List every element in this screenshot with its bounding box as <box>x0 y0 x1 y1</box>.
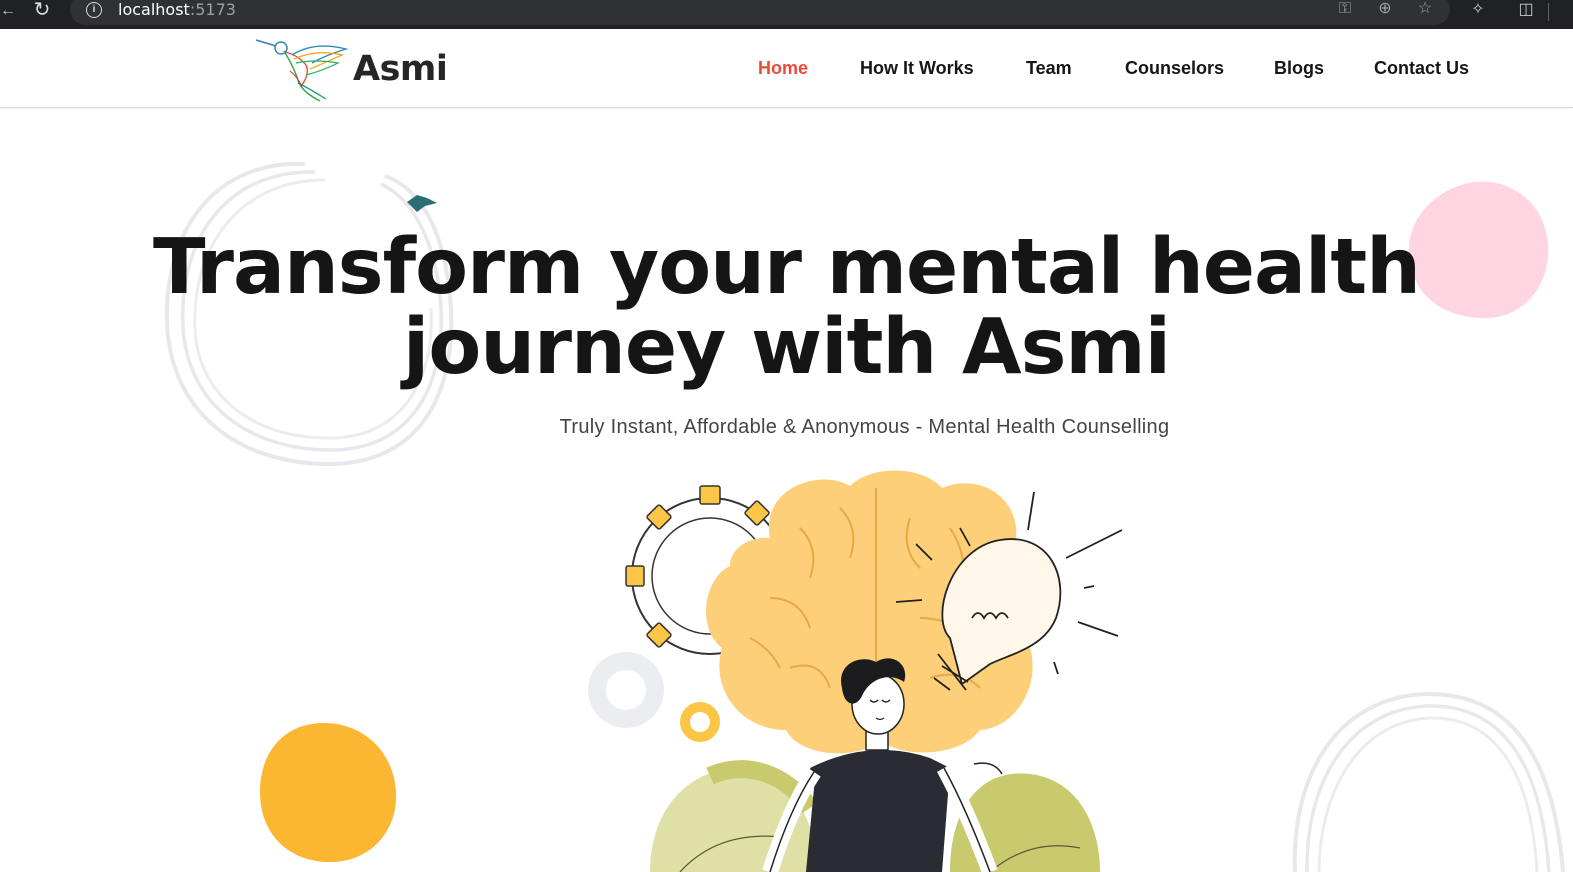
reload-icon[interactable]: ↻ <box>30 0 54 22</box>
nav-link-how-it-works[interactable]: How It Works <box>860 58 974 79</box>
extensions-icon[interactable]: ✧ <box>1467 1 1489 21</box>
brand-name[interactable]: Asmi <box>353 49 448 89</box>
nav-link-team[interactable]: Team <box>1026 58 1072 79</box>
browser-toolbar: ← ↻ i localhost:5173 ⚿ ⊕ ☆ ✧ ◫ <box>0 0 1573 29</box>
nav-link-contact-us[interactable]: Contact Us <box>1374 58 1469 79</box>
back-icon[interactable]: ← <box>0 2 16 24</box>
hero-title: Transform your mental health journey wit… <box>0 228 1573 388</box>
yellow-blob-decoration <box>260 722 397 863</box>
logo[interactable]: Asmi <box>254 37 454 103</box>
info-icon[interactable]: i <box>86 2 102 18</box>
split-view-icon[interactable]: ◫ <box>1515 1 1537 21</box>
address-bar[interactable]: i localhost:5173 ⚿ ⊕ ☆ <box>70 0 1450 25</box>
nav-link-blogs[interactable]: Blogs <box>1274 58 1324 79</box>
scribble-circle-decoration-bottom <box>1292 691 1565 872</box>
url-text[interactable]: localhost:5173 <box>118 0 236 19</box>
tiny-gear-icon <box>680 702 720 742</box>
hero-title-line-2: journey with Asmi <box>402 303 1171 392</box>
nav-link-home[interactable]: Home <box>758 58 808 79</box>
zoom-icon[interactable]: ⊕ <box>1375 0 1395 20</box>
hero-subtitle: Truly Instant, Affordable & Anonymous - … <box>559 416 1170 438</box>
star-icon[interactable]: ☆ <box>1415 0 1435 20</box>
meditation-illustration <box>588 470 1123 872</box>
toolbar-divider <box>1548 3 1549 21</box>
hero-title-line-1: Transform your mental health <box>152 223 1421 312</box>
nav-link-counselors[interactable]: Counselors <box>1125 58 1224 79</box>
site-navbar: Asmi Home How It Works Team Counselors B… <box>0 29 1573 108</box>
hummingbird-icon <box>255 39 349 102</box>
small-gear-icon <box>588 652 664 728</box>
key-icon[interactable]: ⚿ <box>1335 0 1355 20</box>
